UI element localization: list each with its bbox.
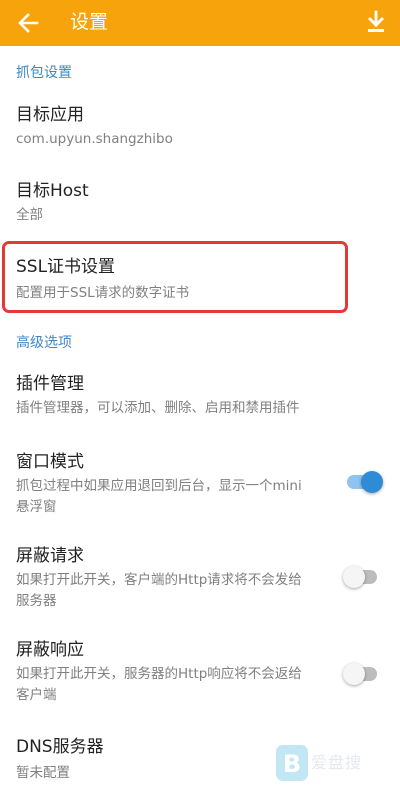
setting-summary-line2: 客户端: [16, 687, 57, 703]
block-response-switch[interactable]: [343, 662, 383, 686]
setting-summary-line1: 如果打开此开关，服务器的Http响应将不会返给: [16, 666, 302, 682]
highlight-box: [2, 241, 348, 313]
page-title: 设置: [70, 11, 109, 33]
watermark-text: 爱盘搜: [311, 753, 363, 772]
setting-summary-line2: 悬浮窗: [16, 499, 57, 515]
watermark: B 爱盘搜: [275, 744, 385, 786]
watermark-logo-icon: B: [276, 745, 308, 781]
window-mode-switch[interactable]: [343, 470, 383, 494]
setting-summary: 暂未配置: [16, 765, 70, 781]
setting-title: 屏蔽响应: [16, 640, 84, 660]
setting-window-mode[interactable]: 窗口模式 抓包过程中如果应用退回到后台，显示一个mini 悬浮窗: [0, 446, 400, 522]
setting-plugin-management[interactable]: 插件管理 插件管理器，可以添加、删除、启用和禁用插件: [0, 368, 400, 428]
setting-summary-line1: 抓包过程中如果应用退回到后台，显示一个mini: [16, 478, 302, 494]
arrow-left-icon[interactable]: [14, 9, 42, 37]
switch-thumb: [361, 471, 383, 493]
switch-thumb: [343, 663, 365, 685]
setting-block-request[interactable]: 屏蔽请求 如果打开此开关，客户端的Http请求将不会发给 服务器: [0, 539, 400, 615]
section-header-advanced: 高级选项: [16, 335, 72, 351]
setting-title: 窗口模式: [16, 452, 84, 472]
setting-title: 目标应用: [16, 105, 84, 125]
setting-summary: 插件管理器，可以添加、删除、启用和禁用插件: [16, 400, 300, 416]
setting-target-host[interactable]: 目标Host 全部: [0, 174, 400, 236]
setting-summary-line2: 服务器: [16, 593, 57, 609]
svg-text:B: B: [283, 750, 301, 778]
switch-thumb: [343, 566, 365, 588]
block-request-switch[interactable]: [343, 565, 383, 589]
setting-summary: 全部: [16, 207, 43, 223]
setting-block-response[interactable]: 屏蔽响应 如果打开此开关，服务器的Http响应将不会返给 客户端: [0, 634, 400, 710]
setting-title: 插件管理: [16, 374, 84, 394]
section-header-capture: 抓包设置: [16, 65, 72, 81]
setting-target-app[interactable]: 目标应用 com.upyun.shangzhibo: [0, 98, 400, 160]
app-bar: 设置: [0, 0, 400, 46]
download-icon[interactable]: [361, 8, 391, 38]
setting-title: 屏蔽请求: [16, 546, 84, 566]
setting-summary: com.upyun.shangzhibo: [16, 131, 173, 147]
setting-title: 目标Host: [16, 181, 89, 201]
setting-summary-line1: 如果打开此开关，客户端的Http请求将不会发给: [16, 572, 302, 588]
setting-title: DNS服务器: [16, 737, 104, 757]
